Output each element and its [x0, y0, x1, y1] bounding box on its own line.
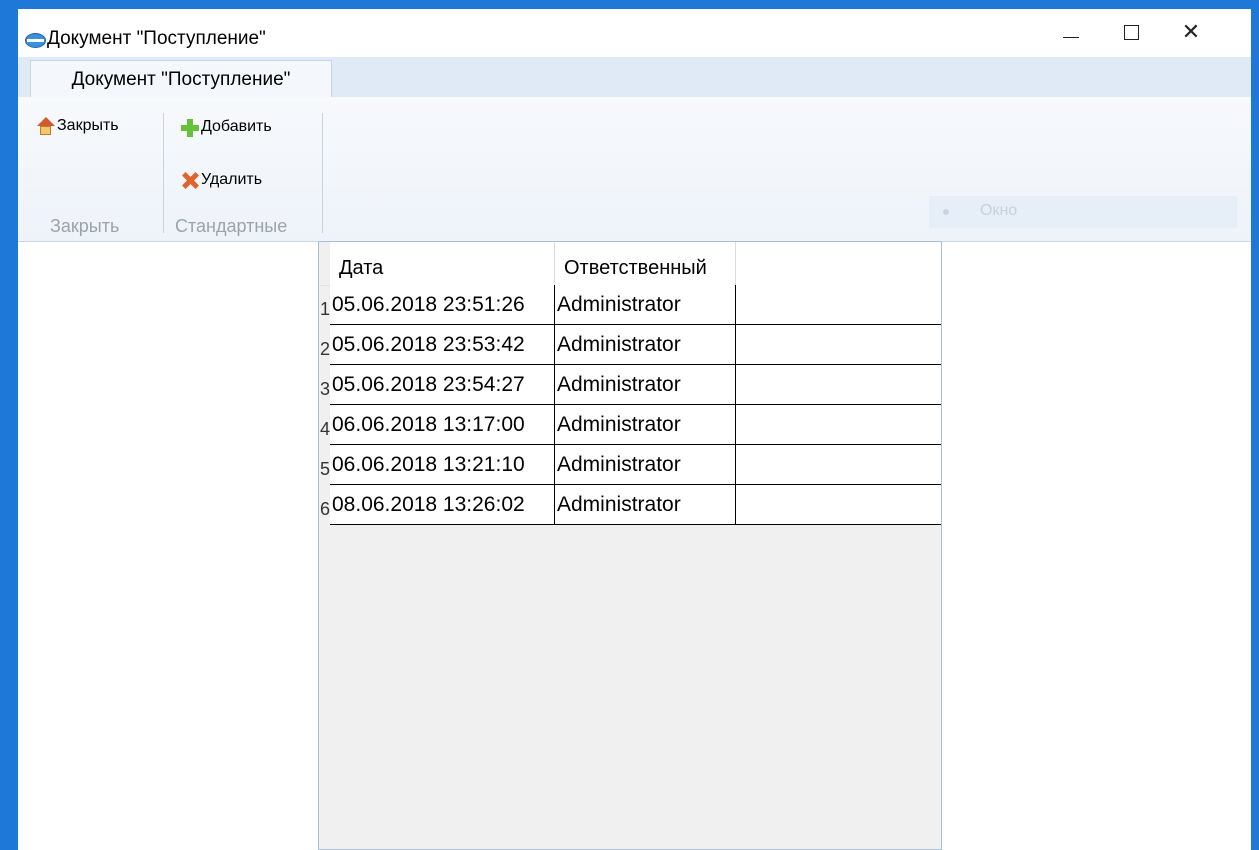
header-rownum-corner [319, 242, 330, 285]
cell-date[interactable]: 05.06.2018 23:51:26 [330, 285, 555, 325]
dot-icon [943, 209, 949, 215]
cell-empty[interactable] [736, 365, 941, 405]
cell-responsible[interactable]: Administrator [555, 365, 736, 405]
window-menu-label: Окно [980, 202, 1018, 219]
window-menu-bar[interactable]: Окно [929, 196, 1237, 228]
cell-responsible[interactable]: Administrator [555, 285, 736, 325]
house-icon [36, 116, 55, 136]
cell-responsible[interactable]: Administrator [555, 325, 736, 365]
delete-x-icon [180, 171, 199, 190]
cell-date[interactable]: 08.06.2018 13:26:02 [330, 485, 555, 525]
close-window-button[interactable]: ✕ [1168, 15, 1214, 49]
cell-responsible[interactable]: Administrator [555, 405, 736, 445]
group-separator [163, 113, 164, 233]
group-label-close: Закрыть [50, 216, 120, 236]
close-button[interactable]: Закрыть [36, 113, 119, 139]
table-row[interactable]: 6 08.06.2018 13:26:02 Administrator [319, 485, 941, 525]
maximize-icon [1123, 24, 1139, 40]
cell-empty[interactable] [736, 285, 941, 325]
data-grid[interactable]: Дата Ответственный 1 05.06.2018 23:51:26… [318, 241, 942, 850]
column-header-date[interactable]: Дата [330, 242, 555, 285]
close-icon: ✕ [1181, 19, 1201, 44]
delete-button[interactable]: Удалить [180, 167, 262, 193]
tab-document[interactable]: Документ "Поступление" [30, 60, 332, 98]
cell-empty[interactable] [736, 445, 941, 485]
cell-empty[interactable] [736, 405, 941, 445]
close-button-label: Закрыть [57, 117, 119, 134]
row-number: 1 [319, 299, 330, 319]
window-title: Документ "Поступление" [47, 28, 266, 49]
app-window: Документ "Поступление" ✕ Документ "Посту… [18, 9, 1251, 850]
window-border-top [0, 0, 1259, 9]
cell-date[interactable]: 05.06.2018 23:53:42 [330, 325, 555, 365]
row-number: 3 [319, 379, 330, 399]
table-row[interactable]: 4 06.06.2018 13:17:00 Administrator [319, 405, 941, 445]
row-number: 4 [319, 419, 330, 439]
maximize-button[interactable] [1108, 15, 1154, 49]
cell-empty[interactable] [736, 485, 941, 525]
row-number: 5 [319, 459, 330, 479]
group-separator [322, 113, 323, 233]
add-button-label: Добавить [201, 118, 272, 135]
table-row[interactable]: 1 05.06.2018 23:51:26 Administrator [319, 285, 941, 325]
cell-responsible[interactable]: Administrator [555, 485, 736, 525]
table-row[interactable]: 2 05.06.2018 23:53:42 Administrator [319, 325, 941, 365]
table-row[interactable]: 5 06.06.2018 13:21:10 Administrator [319, 445, 941, 485]
group-label-standard: Стандартные [175, 216, 288, 236]
row-number: 2 [319, 339, 330, 359]
cell-date[interactable]: 06.06.2018 13:17:00 [330, 405, 555, 445]
column-header-responsible[interactable]: Ответственный [555, 242, 736, 285]
delete-button-label: Удалить [201, 171, 263, 188]
minimize-icon [1063, 36, 1079, 38]
grid-header: Дата Ответственный [319, 242, 941, 286]
window-border-left [0, 0, 18, 850]
cell-date[interactable]: 06.06.2018 13:21:10 [330, 445, 555, 485]
cell-responsible[interactable]: Administrator [555, 445, 736, 485]
window-border-right [1251, 0, 1259, 850]
add-button[interactable]: Добавить [180, 114, 272, 140]
ribbon-tab-strip: Документ "Поступление" [18, 57, 1251, 98]
plus-icon [180, 118, 199, 137]
app-logo-icon [25, 33, 46, 48]
title-bar[interactable]: Документ "Поступление" ✕ [18, 9, 1251, 57]
cell-empty[interactable] [736, 325, 941, 365]
minimize-button[interactable] [1048, 15, 1094, 49]
row-number: 6 [319, 499, 330, 519]
cell-date[interactable]: 05.06.2018 23:54:27 [330, 365, 555, 405]
table-row[interactable]: 3 05.06.2018 23:54:27 Administrator [319, 365, 941, 405]
